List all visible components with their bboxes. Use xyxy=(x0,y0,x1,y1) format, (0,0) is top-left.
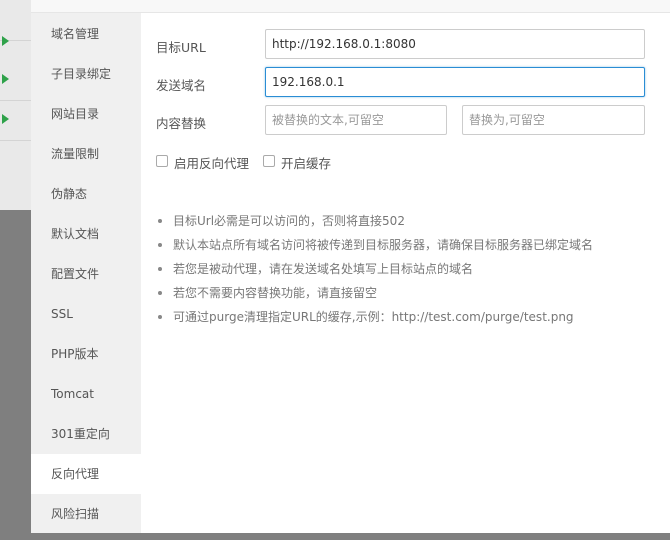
target-url-label: 目标URL xyxy=(156,40,206,55)
sidebar-item-php-version[interactable]: PHP版本 xyxy=(31,334,141,374)
play-icon xyxy=(2,36,9,46)
send-domain-label: 发送域名 xyxy=(156,78,207,93)
background-row xyxy=(0,60,31,101)
enable-cache-label: 开启缓存 xyxy=(281,156,332,171)
site-settings-dialog: 域名管理 子目录绑定 网站目录 流量限制 伪静态 默认文档 配置文件 SSL P… xyxy=(31,0,670,533)
tip-item: 目标Url必需是可以访问的，否则将直接502 xyxy=(156,209,593,233)
target-url-input[interactable] xyxy=(265,29,645,59)
sidebar-item-tomcat[interactable]: Tomcat xyxy=(31,374,141,414)
enable-proxy-label: 启用反向代理 xyxy=(174,156,250,171)
background-page xyxy=(0,0,31,210)
settings-sidebar: 域名管理 子目录绑定 网站目录 流量限制 伪静态 默认文档 配置文件 SSL P… xyxy=(31,13,141,533)
background-row xyxy=(0,100,31,141)
replace-from-input[interactable] xyxy=(265,105,447,135)
tip-item: 若您不需要内容替换功能，请直接留空 xyxy=(156,281,593,305)
sidebar-item-ssl[interactable]: SSL xyxy=(31,294,141,334)
enable-proxy-checkbox[interactable] xyxy=(156,155,168,167)
reverse-proxy-panel: 目标URL 发送域名 内容替换 启用反向代理 开启缓存 目标Url必需是可以访问… xyxy=(141,13,670,533)
replace-to-input[interactable] xyxy=(462,105,645,135)
enable-cache-checkbox[interactable] xyxy=(263,155,275,167)
sidebar-item-domain-management[interactable]: 域名管理 xyxy=(31,14,141,54)
content-replace-label: 内容替换 xyxy=(156,116,207,131)
dialog-titlebar xyxy=(31,0,670,13)
play-icon xyxy=(2,114,9,124)
sidebar-item-site-directory[interactable]: 网站目录 xyxy=(31,94,141,134)
sidebar-item-config-file[interactable]: 配置文件 xyxy=(31,254,141,294)
sidebar-item-rewrite[interactable]: 伪静态 xyxy=(31,174,141,214)
sidebar-item-subdirectory-binding[interactable]: 子目录绑定 xyxy=(31,54,141,94)
tip-item: 可通过purge清理指定URL的缓存,示例：http://test.com/pu… xyxy=(156,305,593,329)
send-domain-input[interactable] xyxy=(265,67,645,97)
background-row xyxy=(0,0,31,46)
sidebar-item-reverse-proxy[interactable]: 反向代理 xyxy=(31,454,141,494)
tips-list: 目标Url必需是可以访问的，否则将直接502 默认本站点所有域名访问将被传递到目… xyxy=(156,209,593,329)
sidebar-item-traffic-limit[interactable]: 流量限制 xyxy=(31,134,141,174)
sidebar-item-risk-scan[interactable]: 风险扫描 xyxy=(31,494,141,534)
tip-item: 若您是被动代理，请在发送域名处填写上目标站点的域名 xyxy=(156,257,593,281)
background-row xyxy=(0,140,31,180)
sidebar-item-default-document[interactable]: 默认文档 xyxy=(31,214,141,254)
tip-item: 默认本站点所有域名访问将被传递到目标服务器，请确保目标服务器已绑定域名 xyxy=(156,233,593,257)
sidebar-item-301-redirect[interactable]: 301重定向 xyxy=(31,414,141,454)
play-icon xyxy=(2,74,9,84)
